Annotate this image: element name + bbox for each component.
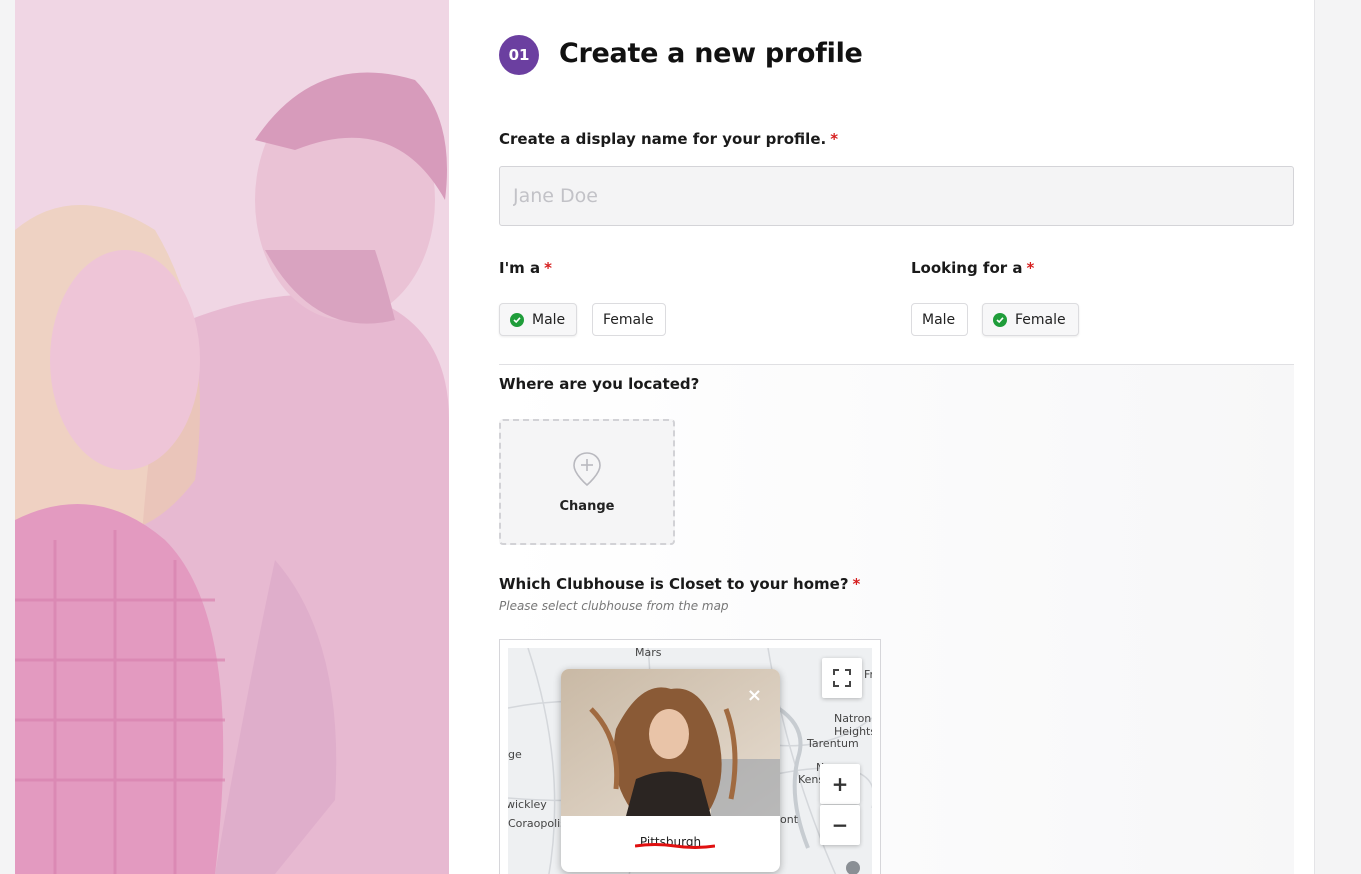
clubhouse-map-frame: Mars Natrona Heights Tarentum Kens N wic… xyxy=(499,639,881,874)
clubhouse-label-text: Which Clubhouse is Closet to your home? xyxy=(499,575,849,593)
required-mark: * xyxy=(544,259,553,277)
change-location-label: Change xyxy=(559,498,615,514)
map-pin-plus-icon xyxy=(572,451,602,491)
popup-close-button[interactable]: × xyxy=(747,685,762,706)
display-name-input[interactable] xyxy=(499,166,1294,226)
map-place: Mars xyxy=(635,648,662,659)
map-place: Tarentum xyxy=(807,737,859,750)
im-a-male-option[interactable]: Male xyxy=(499,303,577,336)
change-location-button[interactable]: Change xyxy=(499,419,675,545)
location-label: Where are you located? xyxy=(499,375,700,393)
couple-photo-illustration xyxy=(15,0,449,874)
zoom-out-button[interactable]: − xyxy=(820,805,860,845)
map-place: wickley xyxy=(508,798,547,811)
section-divider xyxy=(499,364,1294,365)
im-a-label-text: I'm a xyxy=(499,259,541,277)
form-panel: 01 Create a new profile Create a display… xyxy=(449,0,1315,874)
looking-for-male-option[interactable]: Male xyxy=(911,303,968,336)
required-mark: * xyxy=(1026,259,1035,277)
required-mark: * xyxy=(830,130,839,148)
display-name-label: Create a display name for your profile. * xyxy=(499,130,838,148)
map-place: Coraopolis xyxy=(508,817,566,830)
couple-photo xyxy=(15,0,449,874)
fullscreen-button[interactable] xyxy=(822,658,862,698)
step-badge: 01 xyxy=(499,35,539,75)
zoom-in-button[interactable]: + xyxy=(820,764,860,804)
option-label: Male xyxy=(532,311,566,328)
looking-for-female-option[interactable]: Female xyxy=(982,303,1079,336)
im-a-label: I'm a * xyxy=(499,259,552,277)
clubhouse-label: Which Clubhouse is Closet to your home? * xyxy=(499,575,860,593)
looking-for-label-text: Looking for a xyxy=(911,259,1023,277)
map-place-text: Natrona Heights xyxy=(834,712,872,738)
display-name-label-text: Create a display name for your profile. xyxy=(499,130,827,148)
map-place: ont xyxy=(780,813,799,826)
clubhouse-map[interactable]: Mars Natrona Heights Tarentum Kens N wic… xyxy=(508,648,872,874)
option-label: Male xyxy=(922,311,956,328)
page-title: Create a new profile xyxy=(559,38,863,69)
map-place: Fr xyxy=(864,668,872,681)
check-circle-icon xyxy=(993,312,1007,327)
check-circle-icon xyxy=(510,312,524,327)
map-place: ge xyxy=(508,748,522,761)
fullscreen-icon xyxy=(833,669,851,687)
profile-page: 01 Create a new profile Create a display… xyxy=(0,0,1361,874)
clubhouse-hint: Please select clubhouse from the map xyxy=(499,599,729,613)
map-place: Natrona Heights xyxy=(834,712,872,738)
looking-for-label: Looking for a * xyxy=(911,259,1034,277)
option-label: Female xyxy=(603,311,654,328)
option-label: Female xyxy=(1015,311,1066,328)
clubhouse-popup[interactable]: × Pittsburgh xyxy=(561,669,780,872)
redaction-mark xyxy=(635,843,715,849)
required-mark: * xyxy=(852,575,861,593)
im-a-female-option[interactable]: Female xyxy=(592,303,666,336)
